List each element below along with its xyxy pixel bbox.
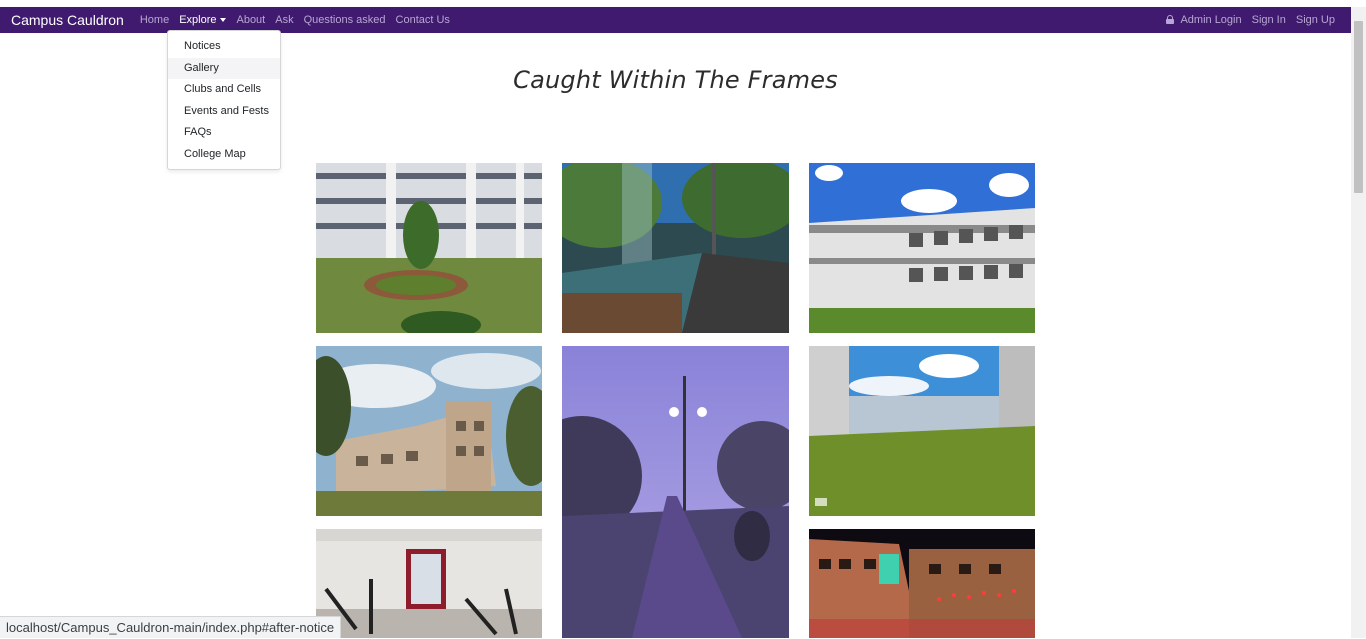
dropdown-item-notices[interactable]: Notices [168,36,280,58]
nav-explore[interactable]: Explore [179,14,226,26]
caret-down-icon [220,18,226,22]
dropdown-item-events-and-fests[interactable]: Events and Fests [168,101,280,123]
gallery-photo-building-blue-sky[interactable] [809,163,1035,333]
dropdown-item-college-map[interactable]: College Map [168,144,280,166]
gallery-photo-fountain-road[interactable] [562,163,789,333]
nav-contact-us[interactable]: Contact Us [396,14,450,26]
page-scrollbar[interactable] [1351,7,1366,638]
nav-admin-login[interactable]: Admin Login [1166,14,1241,26]
dropdown-item-faqs[interactable]: FAQs [168,122,280,144]
nav-sign-up[interactable]: Sign Up [1296,14,1335,26]
brand-logo[interactable]: Campus Cauldron [11,12,124,28]
nav-sign-in[interactable]: Sign In [1252,14,1286,26]
gallery-photo-campus-lawn[interactable] [809,346,1035,516]
nav-explore-label: Explore [179,14,216,26]
nav-ask[interactable]: Ask [275,14,293,26]
status-bar-url: localhost/Campus_Cauldron-main/index.php… [0,616,341,638]
nav-home[interactable]: Home [140,14,169,26]
scrollbar-thumb[interactable] [1354,21,1363,193]
nav-right-group: Admin Login Sign In Sign Up [1156,7,1335,33]
gallery-photo-cloudy-building[interactable] [316,346,542,516]
nav-questions-asked[interactable]: Questions asked [304,14,386,26]
nav-admin-login-label: Admin Login [1180,14,1241,26]
gallery-photo-gym[interactable] [316,529,542,638]
gallery-photo-dusk-road[interactable] [562,346,789,638]
lock-icon [1166,15,1174,24]
gallery-photo-night-building[interactable] [809,529,1035,638]
nav-about[interactable]: About [236,14,265,26]
explore-dropdown-menu: Notices Gallery Clubs and Cells Events a… [167,30,281,170]
window-top-strip [0,0,1366,7]
gallery-title: Caught Within The Frames [0,66,1351,94]
gallery-photo-courtyard[interactable] [316,163,542,333]
